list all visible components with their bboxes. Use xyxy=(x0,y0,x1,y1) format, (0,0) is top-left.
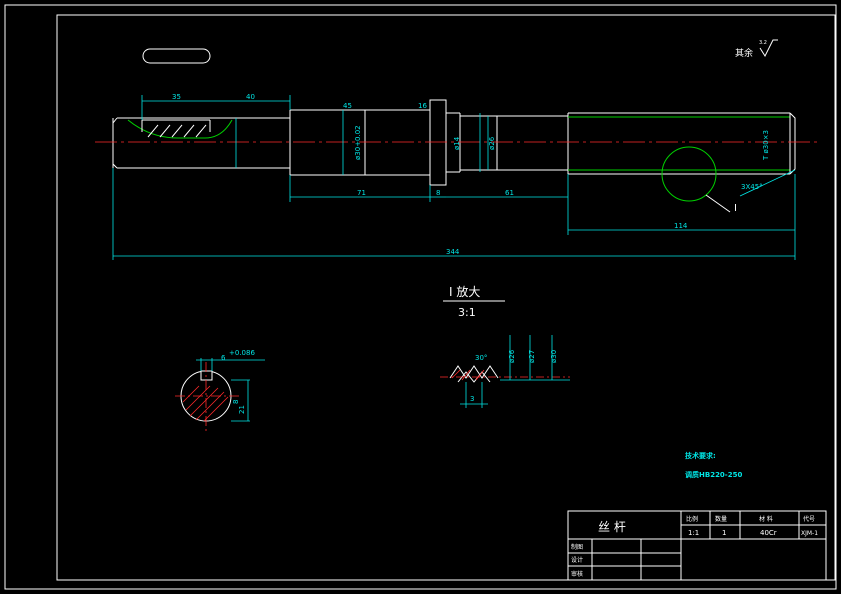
dim-61: 61 xyxy=(505,189,514,197)
dim-71: 71 xyxy=(357,189,366,197)
surface-finish-label: 其余 xyxy=(735,47,753,59)
chamfer-dim: 3X45° xyxy=(741,183,763,191)
dim-40: 40 xyxy=(246,93,255,101)
thread-d27: ø27 xyxy=(528,350,536,363)
dimension-lines xyxy=(112,95,796,260)
keyway-slot-view xyxy=(142,48,211,64)
dim-phi26: ø26 xyxy=(488,136,496,150)
hdr-scale: 比例 xyxy=(686,515,698,523)
tech-req-line1: 调质HB220-250 xyxy=(685,470,742,479)
detail-callout-label: I xyxy=(734,203,737,214)
hdr-code: 代号 xyxy=(803,515,815,523)
thread-angle: 30° xyxy=(475,354,487,362)
section-dim8: 8 xyxy=(232,400,240,404)
detail-title: I 放大 xyxy=(449,284,480,299)
thread-dim: T ø30×3 xyxy=(762,130,770,161)
dim-344: 344 xyxy=(446,248,460,256)
section-tol: +0.086 xyxy=(229,349,255,357)
thread-profile-detail xyxy=(440,335,570,408)
section-dim21: 21 xyxy=(238,405,246,414)
detail-scale: 3:1 xyxy=(458,306,476,319)
surface-finish-value: 3.2 xyxy=(759,40,767,46)
val-qty: 1 xyxy=(722,529,726,537)
roughness-b: 16 xyxy=(418,102,427,110)
val-code: XJM-1 xyxy=(801,530,818,537)
dim-8: 8 xyxy=(436,189,440,197)
section-dim6: 6 xyxy=(221,354,226,362)
role-drawn: 制图 xyxy=(571,543,583,551)
val-scale: 1:1 xyxy=(688,529,699,537)
hdr-qty: 数量 xyxy=(715,515,727,523)
dim-114: 114 xyxy=(674,222,688,230)
hdr-material: 材 料 xyxy=(759,515,773,523)
part-name: 丝 杆 xyxy=(598,520,626,534)
cad-drawing: 其余 3.2 I 3X45° T ø30×3 35 40 71 8 61 114… xyxy=(4,4,837,590)
thread-d26: ø26 xyxy=(508,349,516,363)
roughness-a: 45 xyxy=(343,102,352,110)
role-check: 审核 xyxy=(571,570,583,578)
dim-phi14: ø14 xyxy=(453,136,461,150)
role-design: 设计 xyxy=(571,556,583,564)
keyway-section-view xyxy=(175,358,265,432)
thread-d30: ø30 xyxy=(550,350,558,363)
val-material: 40Cr xyxy=(760,529,777,537)
tech-req-heading: 技术要求: xyxy=(685,451,716,460)
outer-border xyxy=(4,4,837,590)
dim-phi30: ø30+0.02 xyxy=(354,125,362,160)
thread-dim3: 3 xyxy=(470,395,474,403)
dim-35: 35 xyxy=(172,93,181,101)
